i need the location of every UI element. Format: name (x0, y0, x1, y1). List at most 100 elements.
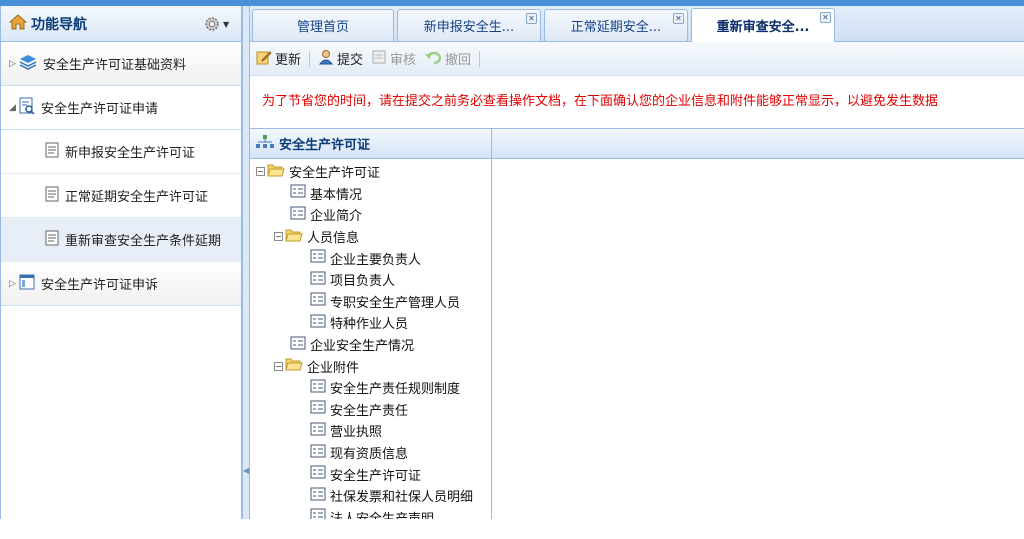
tree-body: − 安全生产许可证 基本情况 企业简介 − 人员信息 企业主要负责人 项目负责人… (250, 159, 491, 519)
form-icon (310, 465, 326, 483)
tab-reexamine[interactable]: 重新审查安全... ✕ (691, 8, 835, 42)
collapse-handle-icon[interactable]: ◀ (243, 466, 249, 475)
tree-node-personnel-item[interactable]: 企业主要负责人 (250, 247, 491, 269)
folder-open-icon (285, 357, 303, 375)
tab-new-application[interactable]: 新申报安全生... ✕ (397, 9, 541, 41)
sidebar-item-label: 新申报安全生产许可证 (65, 146, 196, 161)
tree-node-personnel-item[interactable]: 项目负责人 (250, 269, 491, 291)
sidebar: 功能导航 ▼ ▷ 安全生产许可证基础资料 ◢ 安全生产许可证申请 新申报安全生产… (0, 6, 242, 539)
tree-title: 安全生产许可证 (279, 138, 371, 153)
document-icon (45, 142, 59, 162)
close-icon[interactable]: ✕ (820, 12, 831, 23)
tree-node-root[interactable]: − 安全生产许可证 (250, 161, 491, 183)
document-search-icon (19, 97, 35, 119)
revoke-label: 撤回 (445, 53, 472, 68)
form-icon (290, 336, 306, 354)
collapse-arrow-icon[interactable]: ◢ (9, 103, 19, 113)
tree-label: 人员信息 (307, 231, 360, 247)
update-button[interactable]: 更新 (256, 49, 301, 69)
tree-label: 现有资质信息 (330, 447, 409, 463)
submit-label: 提交 (337, 53, 364, 68)
sidebar-group-label: 安全生产许可证申诉 (41, 278, 159, 293)
tab-label: 正常延期安全... (570, 20, 662, 35)
form-icon (310, 444, 326, 462)
tree-node-personnel-item[interactable]: 专职安全生产管理人员 (250, 291, 491, 313)
home-icon (8, 13, 28, 34)
sidebar-group-label: 安全生产许可证基础资料 (43, 58, 187, 73)
collapse-toggle-icon[interactable]: − (256, 167, 265, 177)
tab-label: 管理首页 (296, 20, 349, 35)
tree-label: 企业安全生产情况 (310, 339, 415, 355)
tab-home[interactable]: 管理首页 (252, 9, 394, 41)
sidebar-item-new-application[interactable]: 新申报安全生产许可证 (1, 130, 241, 174)
tree-label: 安全生产责任 (330, 403, 409, 419)
tree-node-attachments[interactable]: − 企业附件 (250, 355, 491, 377)
form-icon (310, 400, 326, 418)
tree-label: 安全生产许可证 (289, 166, 381, 182)
sidebar-group-label: 安全生产许可证申请 (41, 102, 159, 117)
document-icon (45, 186, 59, 206)
chevron-down-icon: ▼ (223, 19, 230, 29)
tree-node-attachment-item[interactable]: 法人安全生产声明 (250, 507, 491, 519)
update-label: 更新 (275, 53, 302, 68)
sidebar-group-application[interactable]: ◢ 安全生产许可证申请 (1, 86, 241, 130)
revoke-button[interactable]: 撤回 (424, 49, 471, 69)
tree-node-attachment-item[interactable]: 现有资质信息 (250, 442, 491, 464)
sidebar-item-label: 正常延期安全生产许可证 (65, 190, 209, 205)
content-header (492, 129, 1024, 159)
document-icon (45, 230, 59, 250)
tree-node-basic-info[interactable]: 基本情况 (250, 183, 491, 205)
form-icon (310, 487, 326, 505)
form-icon (310, 249, 326, 267)
tab-normal-extension[interactable]: 正常延期安全... ✕ (544, 9, 688, 41)
close-icon[interactable]: ✕ (526, 13, 537, 24)
content-panel (492, 128, 1024, 519)
form-icon (310, 314, 326, 332)
folder-open-icon (285, 228, 303, 246)
tree-label: 安全生产责任规则制度 (330, 382, 461, 398)
sidebar-header: 功能导航 ▼ (1, 6, 241, 42)
form-icon (290, 206, 306, 224)
form-icon (310, 292, 326, 310)
tree-label: 营业执照 (330, 425, 383, 441)
tree-label: 社保发票和社保人员明细 (330, 490, 474, 506)
collapse-toggle-icon[interactable]: − (274, 361, 283, 371)
tree-panel: 安全生产许可证 − 安全生产许可证 基本情况 企业简介 − 人员信息 企业主要负… (250, 128, 492, 519)
tab-label: 重新审查安全... (716, 20, 810, 35)
tree-node-personnel-item[interactable]: 特种作业人员 (250, 312, 491, 334)
expand-arrow-icon[interactable]: ▷ (9, 59, 19, 69)
tab-label: 新申报安全生... (423, 20, 515, 35)
tree-node-safety-status[interactable]: 企业安全生产情况 (250, 334, 491, 356)
tree-node-attachment-item[interactable]: 安全生产责任 (250, 399, 491, 421)
edit-icon (256, 49, 272, 69)
form-icon (310, 271, 326, 289)
gear-icon[interactable]: ▼ (203, 15, 231, 33)
sidebar-item-label: 重新审查安全生产条件延期 (65, 234, 222, 249)
notice-banner: 为了节省您的时间，请在提交之前务必查看操作文档，在下面确认您的企业信息和附件能够… (250, 76, 1024, 122)
tree-label: 安全生产许可证 (330, 468, 422, 484)
tree-node-personnel[interactable]: − 人员信息 (250, 226, 491, 248)
tree-node-company-intro[interactable]: 企业简介 (250, 204, 491, 226)
form-icon (290, 184, 306, 202)
tree-node-attachment-item[interactable]: 安全生产责任规则制度 (250, 377, 491, 399)
expand-arrow-icon[interactable]: ▷ (9, 279, 19, 289)
sidebar-group-basic-info[interactable]: ▷ 安全生产许可证基础资料 (1, 42, 241, 86)
main-area: 管理首页 新申报安全生... ✕ 正常延期安全... ✕ 重新审查安全... ✕… (250, 6, 1024, 519)
panel-splitter[interactable]: ◀ (242, 6, 250, 519)
close-icon[interactable]: ✕ (673, 13, 684, 24)
collapse-toggle-icon[interactable]: − (274, 232, 283, 242)
tab-bar: 管理首页 新申报安全生... ✕ 正常延期安全... ✕ 重新审查安全... ✕ (250, 6, 1024, 42)
sidebar-item-normal-extension[interactable]: 正常延期安全生产许可证 (1, 174, 241, 218)
folder-open-icon (267, 163, 285, 181)
sidebar-group-appeal[interactable]: ▷ 安全生产许可证申诉 (1, 262, 241, 306)
tree-node-attachment-item[interactable]: 社保发票和社保人员明细 (250, 485, 491, 507)
submit-button[interactable]: 提交 (318, 49, 363, 69)
tree-header: 安全生产许可证 (250, 129, 491, 159)
toolbar-separator (479, 50, 481, 67)
review-button[interactable]: 审核 (371, 49, 416, 69)
layers-icon (19, 54, 37, 74)
tree-node-attachment-item[interactable]: 安全生产许可证 (250, 463, 491, 485)
tree-label: 专职安全生产管理人员 (330, 295, 461, 311)
sidebar-item-reexamine-extension[interactable]: 重新审查安全生产条件延期 (1, 218, 241, 262)
tree-node-attachment-item[interactable]: 营业执照 (250, 420, 491, 442)
